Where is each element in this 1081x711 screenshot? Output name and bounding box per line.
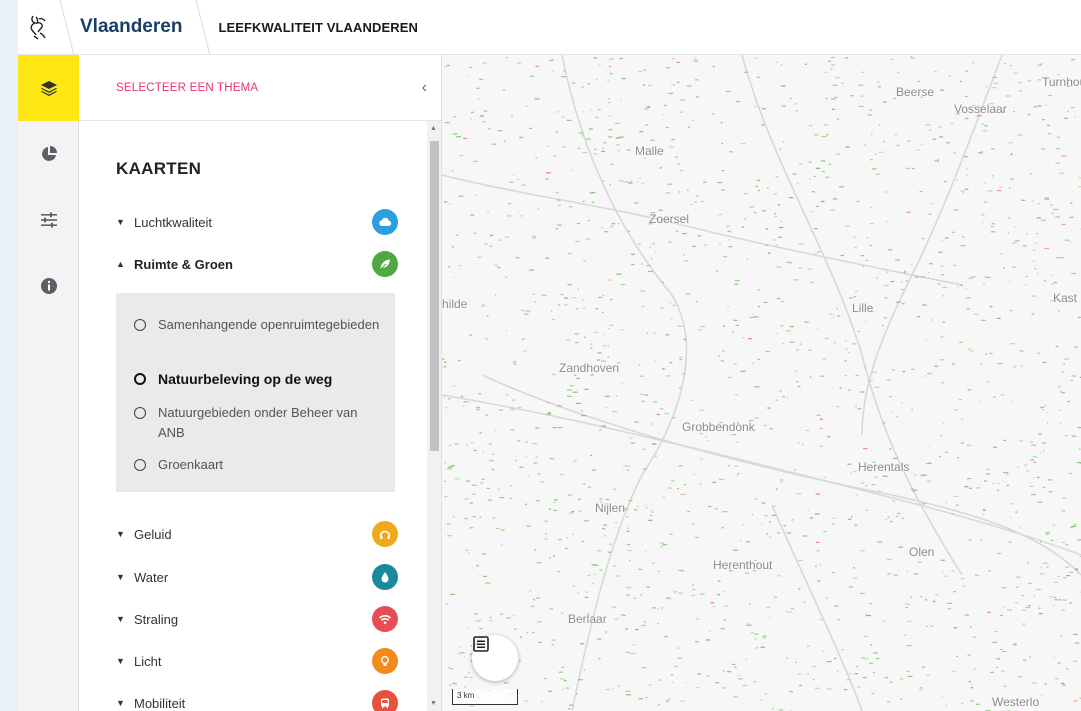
- radio-button[interactable]: [134, 459, 146, 471]
- option-label: Samenhangende openruimtegebieden: [158, 317, 380, 332]
- brand-name[interactable]: Vlaanderen: [80, 16, 182, 38]
- scale-bar: 3 km: [452, 689, 518, 705]
- place-label: Vosselaar: [954, 102, 1007, 116]
- category-water[interactable]: ▼ Water: [116, 564, 398, 590]
- place-label: Herenthout: [713, 558, 773, 572]
- bus-icon: [372, 690, 398, 711]
- place-label: Grobbendonk: [682, 420, 755, 434]
- category-luchtkwaliteit[interactable]: ▼ Luchtkwaliteit: [116, 209, 398, 235]
- radio-button[interactable]: [134, 319, 146, 331]
- leaf-icon: [372, 251, 398, 277]
- option-samenhangende[interactable]: Samenhangende openruimtegebieden: [134, 315, 384, 335]
- map-canvas[interactable]: [442, 55, 1081, 711]
- caret-down-icon: ▼: [116, 698, 125, 708]
- category-label: Water: [134, 569, 169, 585]
- panel-header: SELECTEER EEN THEMA ‹: [79, 55, 441, 121]
- pie-chart-icon: [41, 146, 57, 161]
- caret-up-icon: ▲: [116, 259, 125, 269]
- option-label: Groenkaart: [158, 457, 224, 472]
- info-icon: [40, 278, 57, 294]
- flemish-lion-icon[interactable]: [18, 0, 58, 55]
- place-label: Kast: [1053, 291, 1078, 305]
- sliders-icon: [40, 212, 57, 228]
- caret-down-icon: ▼: [116, 529, 125, 539]
- place-label: Nijlen: [595, 501, 626, 515]
- header-divider: [58, 0, 76, 55]
- info-button[interactable]: [18, 253, 79, 319]
- place-label: Zoersel: [649, 212, 690, 226]
- category-label: Ruimte & Groen: [134, 256, 233, 272]
- category-label: Luchtkwaliteit: [134, 214, 213, 230]
- place-label: Olen: [909, 545, 935, 559]
- legend-list-icon: [473, 636, 489, 652]
- caret-down-icon: ▼: [116, 614, 125, 624]
- app-title[interactable]: LEEFKWALITEIT VLAANDEREN: [218, 20, 418, 35]
- select-theme-link[interactable]: SELECTEER EEN THEMA: [116, 82, 258, 94]
- map-view[interactable]: Beerse Turnhout Vosselaar Malle Zoersel …: [442, 55, 1081, 711]
- layers-button[interactable]: [18, 55, 79, 121]
- filter-button[interactable]: [18, 187, 79, 253]
- place-label: Herentals: [858, 460, 910, 474]
- chevron-left-icon[interactable]: ‹: [422, 79, 427, 97]
- option-label: Natuurgebieden onder Beheer van ANB: [158, 405, 358, 440]
- category-geluid[interactable]: ▼ Geluid: [116, 521, 398, 547]
- category-label: Mobiliteit: [134, 695, 186, 711]
- legend-button[interactable]: [472, 635, 518, 681]
- option-groenkaart[interactable]: Groenkaart: [134, 455, 384, 475]
- statistics-button[interactable]: [18, 121, 79, 187]
- caret-down-icon: ▼: [116, 572, 125, 582]
- radio-button[interactable]: [134, 373, 146, 385]
- panel-scrollbar[interactable]: ▲ ▼: [427, 121, 441, 711]
- place-label: Turnhout: [1042, 75, 1081, 89]
- header-divider: [188, 0, 218, 55]
- scroll-up-icon[interactable]: ▲: [430, 125, 437, 132]
- caret-down-icon: ▼: [116, 217, 125, 227]
- place-label: Westerlo: [992, 695, 1040, 709]
- cloud-icon: [372, 209, 398, 235]
- left-rail: [18, 55, 79, 711]
- place-label: Berlaar: [568, 612, 607, 626]
- top-header: Vlaanderen LEEFKWALITEIT VLAANDEREN: [18, 0, 1081, 55]
- caret-down-icon: ▼: [116, 656, 125, 666]
- category-mobiliteit[interactable]: ▼ Mobiliteit: [116, 690, 398, 711]
- scrollbar-thumb[interactable]: [430, 141, 439, 451]
- bulb-icon: [372, 648, 398, 674]
- option-label: Natuurbeleving op de weg: [158, 371, 333, 387]
- category-label: Licht: [134, 653, 162, 669]
- category-straling[interactable]: ▼ Straling: [116, 606, 398, 632]
- panel-scroll-area: KAARTEN ▼ Luchtkwaliteit ▲ Ruimte & Groen …: [79, 121, 441, 711]
- theme-panel: SELECTEER EEN THEMA ‹ KAARTEN ▼ Luchtkwal…: [79, 55, 442, 711]
- drop-icon: [372, 564, 398, 590]
- layers-icon: [40, 81, 57, 96]
- place-label: Malle: [635, 144, 664, 158]
- option-natuurbeleving[interactable]: Natuurbeleving op de weg: [134, 369, 384, 389]
- wifi-icon: [372, 606, 398, 632]
- category-ruimte-groen[interactable]: ▲ Ruimte & Groen: [116, 251, 398, 277]
- category-label: Geluid: [134, 526, 172, 542]
- place-label: Zandhoven: [559, 361, 620, 375]
- app: Vlaanderen LEEFKWALITEIT VLAANDEREN SELE…: [18, 0, 1081, 711]
- place-label: Beerse: [896, 85, 935, 99]
- sub-options-box: Samenhangende openruimtegebieden Natuurb…: [116, 293, 395, 492]
- radio-button[interactable]: [134, 407, 146, 419]
- section-title: KAARTEN: [116, 159, 202, 178]
- place-label: Lille: [852, 301, 874, 315]
- category-licht[interactable]: ▼ Licht: [116, 648, 398, 674]
- scroll-down-icon[interactable]: ▼: [430, 700, 437, 707]
- place-label: hilde: [442, 297, 468, 311]
- category-label: Straling: [134, 611, 179, 627]
- headphones-icon: [372, 521, 398, 547]
- option-natuurgebieden[interactable]: Natuurgebieden onder Beheer van ANB: [134, 403, 384, 443]
